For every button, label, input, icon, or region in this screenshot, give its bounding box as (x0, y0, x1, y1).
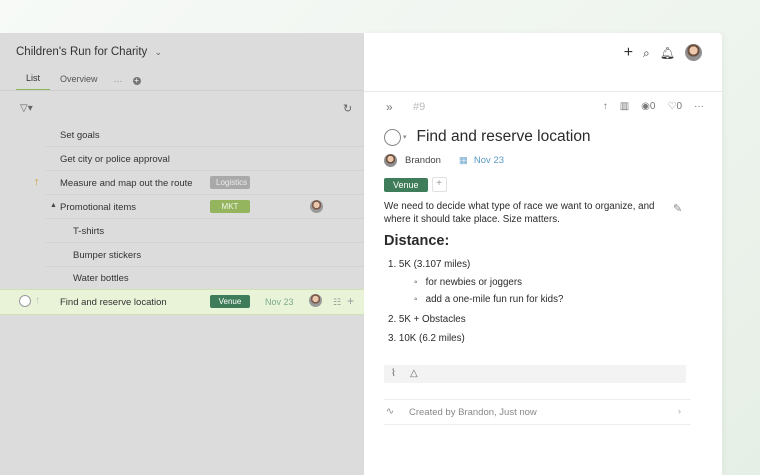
project-title[interactable]: Children's Run for Charity ⌄ (16, 46, 162, 58)
eye-icon: ◉ (641, 101, 650, 112)
complete-checkbox[interactable] (19, 295, 31, 307)
tag-venue[interactable]: Venue (384, 177, 428, 192)
tag-logistics[interactable]: Logistics (210, 176, 250, 189)
list-item: 3. 10K (6.2 miles) (388, 333, 465, 344)
more-icon[interactable]: ··· (694, 101, 704, 112)
task-row[interactable]: Set goals (0, 123, 364, 147)
attachment-bar: ⌇ △ (384, 365, 686, 383)
views-count: 0 (649, 101, 656, 112)
avatar[interactable] (309, 294, 322, 307)
avatar[interactable] (310, 200, 323, 213)
project-tabs: List Overview ··· + (16, 71, 141, 91)
add-icon[interactable]: + (347, 294, 354, 308)
task-row[interactable]: Get city or police approval (0, 147, 364, 171)
avatar[interactable] (384, 154, 397, 167)
list-item: ◦ add a one-mile fun run for kids? (414, 294, 564, 305)
tag-mkt[interactable]: MKT (210, 200, 250, 213)
complete-checkbox[interactable] (384, 128, 401, 146)
filter-icon[interactable]: ▽▾ (20, 103, 33, 114)
task-name: Measure and map out the route (60, 178, 193, 189)
avatar[interactable] (685, 44, 702, 61)
subtask-row[interactable]: Water bottles (0, 266, 364, 290)
task-name: Water bottles (73, 273, 129, 284)
task-row[interactable]: ↑ Measure and map out the route Logistic… (0, 171, 364, 195)
task-name: Promotional items (60, 202, 137, 213)
priority-up-icon[interactable]: ↑ (603, 101, 608, 112)
chevron-right-icon[interactable]: › (678, 406, 681, 417)
more-icon[interactable]: ··· (114, 76, 123, 86)
priority-icon[interactable]: ↑ (35, 295, 40, 306)
task-name: Find and reserve location (60, 297, 167, 308)
add-tag-button[interactable]: + (431, 177, 447, 192)
activity-icon: ∿ (386, 406, 394, 417)
task-title-text[interactable]: Find and reserve location (417, 128, 591, 146)
task-title: ▾ Find and reserve location (384, 128, 591, 146)
task-row-selected[interactable]: ↑ Find and reserve location Venue Nov 23… (0, 289, 364, 315)
tab-list[interactable]: List (16, 71, 51, 91)
activity-text: Created by Brandon, Just now (409, 407, 537, 418)
task-name: Set goals (60, 130, 100, 141)
task-name: T-shirts (73, 226, 105, 237)
drive-icon[interactable]: △ (410, 368, 418, 379)
project-title-text: Children's Run for Charity (16, 46, 148, 58)
task-list-panel: Children's Run for Charity ⌄ List Overvi… (0, 33, 364, 475)
due-date[interactable]: Nov 23 (265, 297, 294, 307)
views-counter[interactable]: ◉0 (641, 101, 655, 112)
subtask-row[interactable]: Bumper stickers (0, 243, 364, 267)
tags-row: Venue + (384, 177, 447, 192)
assignee-name[interactable]: Brandon (405, 155, 441, 166)
subtask-row[interactable]: T-shirts (0, 219, 364, 243)
add-tab-icon[interactable]: + (132, 77, 141, 85)
subtasks-icon[interactable]: ☷ (333, 297, 341, 308)
task-name: Bumper stickers (73, 250, 142, 261)
task-row[interactable]: ▲ Promotional items MKT (0, 195, 364, 219)
chevron-down-icon[interactable]: ▾ (403, 133, 407, 141)
top-actions: + ⌕ 🔔︎ (624, 44, 702, 61)
tab-overview[interactable]: Overview (50, 72, 108, 90)
priority-up-icon[interactable]: ↑ (34, 176, 40, 188)
search-icon[interactable]: ⌕ (643, 46, 650, 60)
list-item: 1. 5K (3.107 miles) (388, 259, 471, 270)
detail-tools: ↑ ▥ ◉0 ♡0 ··· (603, 101, 704, 112)
task-id: #9 (413, 101, 426, 113)
chevron-down-icon[interactable]: ⌄ (155, 47, 163, 57)
calendar-icon[interactable]: ▦ (459, 155, 468, 166)
task-description[interactable]: We need to decide what type of race we w… (384, 200, 669, 226)
description-heading: Distance: (384, 233, 450, 249)
paperclip-icon[interactable]: ⌇ (391, 368, 396, 379)
list-item: 2. 5K + Obstacles (388, 314, 466, 325)
task-meta: Brandon ▦ Nov 23 (384, 154, 504, 167)
add-icon[interactable]: + (624, 44, 633, 60)
bell-icon[interactable]: 🔔︎ (660, 46, 675, 60)
pencil-icon[interactable]: ✎ (673, 202, 682, 215)
board-icon[interactable]: ▥ (620, 101, 629, 112)
divider (364, 91, 722, 92)
activity-row[interactable]: ∿ Created by Brandon, Just now › (384, 399, 691, 425)
divider (0, 90, 364, 91)
task-detail-panel: + ⌕ 🔔︎ » #9 ↑ ▥ ◉0 ♡0 ··· ▾ Find and res… (364, 33, 722, 475)
detail-toolbar: » #9 ↑ ▥ ◉0 ♡0 ··· (384, 100, 704, 117)
due-date[interactable]: Nov 23 (474, 155, 504, 166)
tag-venue[interactable]: Venue (210, 295, 250, 308)
refresh-icon[interactable]: ↻ (343, 102, 352, 115)
list-item: ◦ for newbies or joggers (414, 277, 523, 288)
expand-icon[interactable]: » (386, 100, 393, 114)
collapse-caret-icon[interactable]: ▲ (50, 202, 57, 209)
likes-count: 0 (676, 101, 682, 112)
likes-counter[interactable]: ♡0 (667, 101, 682, 112)
task-name: Get city or police approval (60, 154, 170, 165)
